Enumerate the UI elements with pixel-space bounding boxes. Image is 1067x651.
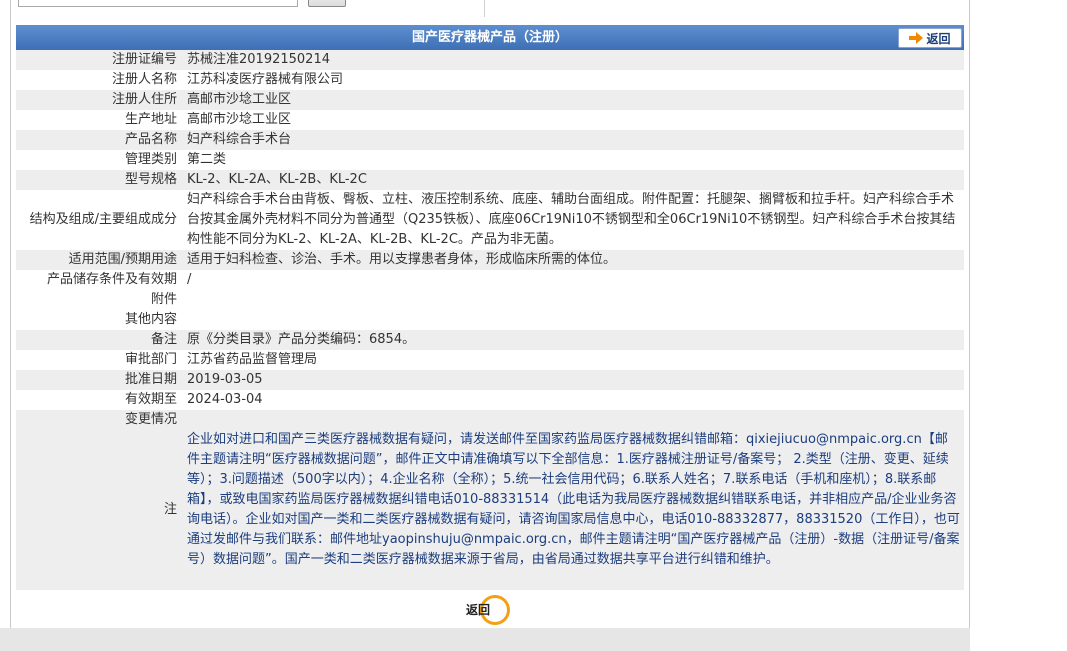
- row-value: 妇产科综合手术台: [187, 132, 292, 147]
- row-value: 原《分类目录》产品分类编码：6854。: [187, 332, 416, 347]
- table-row: 结构及组成/主要组成成分 妇产科综合手术台由背板、臀板、立柱、液压控制系统、底座…: [16, 190, 964, 250]
- row-value: 妇产科综合手术台由背板、臀板、立柱、液压控制系统、底座、辅助台面组成。附件配置：…: [187, 192, 956, 247]
- row-label: 注册人住所: [111, 92, 177, 107]
- table-row: 其他内容: [16, 310, 964, 330]
- table-row: 产品储存条件及有效期 /: [16, 270, 964, 290]
- row-value: 适用于妇科检查、诊治、手术。用以支撑患者身体，形成临床所需的体位。: [187, 252, 617, 267]
- table-row: 注册人住所 高邮市沙埝工业区: [16, 90, 964, 110]
- arrow-right-icon: [909, 32, 924, 44]
- row-label: 结构及组成/主要组成成分: [29, 212, 177, 227]
- back-button-top[interactable]: 返回: [898, 28, 962, 48]
- top-divider: [484, 0, 485, 17]
- table-row: 注册人名称 江苏科凌医疗器械有限公司: [16, 70, 964, 90]
- back-button-label: 返回: [466, 603, 491, 617]
- table-row: 变更情况: [16, 410, 964, 430]
- bottom-band: [0, 628, 970, 651]
- table-row: 备注 原《分类目录》产品分类编码：6854。: [16, 330, 964, 350]
- search-input[interactable]: [18, 0, 298, 7]
- row-label: 备注: [150, 332, 177, 347]
- search-button[interactable]: [308, 0, 346, 7]
- row-label: 适用范围/预期用途: [68, 252, 177, 267]
- row-value: /: [187, 272, 192, 287]
- table-row: 生产地址 高邮市沙埝工业区: [16, 110, 964, 130]
- row-value: 苏械注准20192150214: [187, 52, 330, 67]
- row-value: [181, 290, 960, 310]
- row-label: 产品储存条件及有效期: [46, 272, 177, 287]
- row-label: 产品名称: [124, 132, 177, 147]
- row-value: KL-2、KL-2A、KL-2B、KL-2C: [187, 172, 367, 187]
- note-label: 注: [163, 502, 177, 517]
- row-label: 管理类别: [124, 152, 177, 167]
- row-label: 生产地址: [124, 112, 177, 127]
- table-row: 批准日期 2019-03-05: [16, 370, 964, 390]
- header-bar: 国产医疗器械产品（注册） 返回: [16, 25, 964, 50]
- table-row: 注册证编号 苏械注准20192150214: [16, 50, 964, 70]
- row-value: 江苏科凌医疗器械有限公司: [187, 72, 344, 87]
- row-value: 高邮市沙埝工业区: [187, 112, 292, 127]
- detail-table: 注册证编号 苏械注准20192150214 注册人名称 江苏科凌医疗器械有限公司…: [16, 50, 964, 590]
- table-row: 适用范围/预期用途 适用于妇科检查、诊治、手术。用以支撑患者身体，形成临床所需的…: [16, 250, 964, 270]
- row-value: 第二类: [187, 152, 227, 167]
- row-value: 高邮市沙埝工业区: [187, 92, 292, 107]
- row-label: 注册证编号: [111, 52, 177, 67]
- row-value: 2019-03-05: [187, 372, 263, 387]
- row-value: [181, 310, 960, 330]
- row-label: 型号规格: [124, 172, 177, 187]
- row-label: 注册人名称: [111, 72, 177, 87]
- table-row: 附件: [16, 290, 964, 310]
- note-text: 企业如对进口和国产三类医疗器械数据有疑问，请发送邮件至国家药监局医疗器械数据纠错…: [187, 432, 960, 567]
- table-row: 型号规格 KL-2、KL-2A、KL-2B、KL-2C: [16, 170, 964, 190]
- row-label: 其他内容: [124, 312, 177, 327]
- row-value: 江苏省药品监督管理局: [187, 352, 318, 367]
- page-left-border: [10, 0, 11, 628]
- row-value: 2024-03-04: [187, 392, 263, 407]
- back-button-bottom[interactable]: 返回: [466, 595, 514, 625]
- row-label: 审批部门: [124, 352, 177, 367]
- table-row: 审批部门 江苏省药品监督管理局: [16, 350, 964, 370]
- table-row: 有效期至 2024-03-04: [16, 390, 964, 410]
- row-label: 有效期至: [124, 392, 177, 407]
- note-row: 注 企业如对进口和国产三类医疗器械数据有疑问，请发送邮件至国家药监局医疗器械数据…: [16, 430, 964, 590]
- right-gutter: [970, 0, 1067, 651]
- table-row: 产品名称 妇产科综合手术台: [16, 130, 964, 150]
- page-title: 国产医疗器械产品（注册）: [411, 30, 568, 45]
- row-label: 变更情况: [124, 412, 177, 427]
- table-row: 管理类别 第二类: [16, 150, 964, 170]
- row-label: 附件: [150, 292, 177, 307]
- back-button-label: 返回: [926, 31, 951, 46]
- row-label: 批准日期: [124, 372, 177, 387]
- row-value: [181, 410, 960, 430]
